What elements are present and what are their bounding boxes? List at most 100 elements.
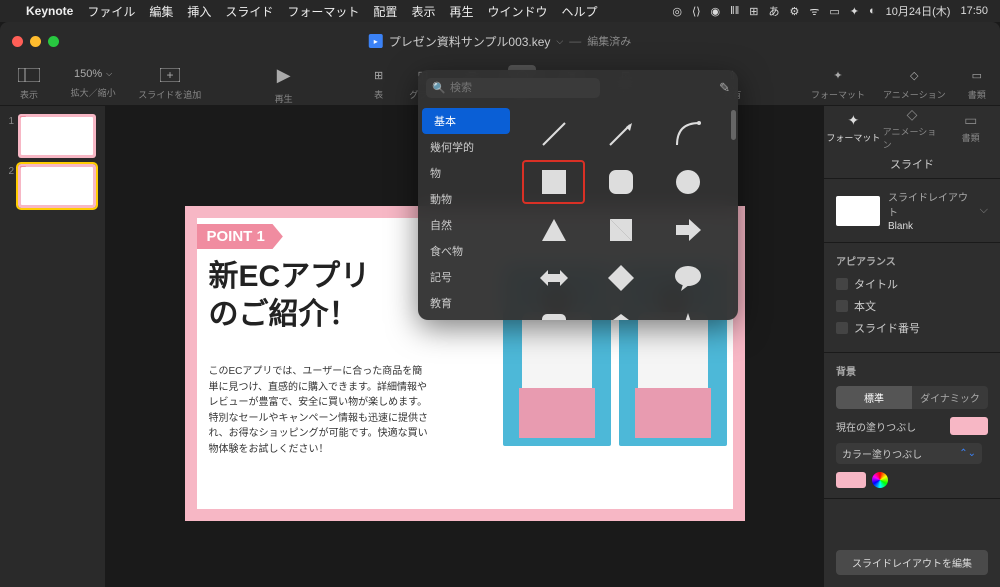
play-button[interactable]: ▶ — [269, 61, 299, 90]
svg-text:+: + — [166, 68, 173, 82]
status-icon[interactable]: ⊞ — [749, 5, 758, 18]
animate-button[interactable]: ◇ — [902, 65, 926, 86]
shape-circle[interactable] — [657, 160, 720, 204]
menu-edit[interactable]: 編集 — [149, 3, 173, 20]
document-edited: 編集済み — [587, 33, 631, 49]
menu-window[interactable]: ウインドウ — [487, 3, 547, 20]
shape-cat-animals[interactable]: 動物 — [418, 186, 514, 212]
status-icon[interactable]: ◐ — [869, 5, 876, 17]
slide-navigator: 1 2 — [0, 106, 106, 587]
shape-arrow-right[interactable] — [657, 208, 720, 252]
shape-diamond[interactable] — [589, 256, 652, 300]
status-area: ◎ ⟨⟩ ◉ ‖‖ ⊞ あ ⚙ ᯤ ▭ ✦ ◐ 10月24日(木) 17:50 — [672, 3, 988, 19]
slide-badge[interactable]: POINT 1 — [197, 224, 283, 249]
layout-thumbnail — [836, 196, 880, 226]
shapes-search-input[interactable] — [426, 78, 600, 98]
battery-icon[interactable]: ▭ — [829, 5, 839, 18]
slide-thumbnail[interactable]: 2 — [4, 164, 101, 208]
shape-curve[interactable] — [657, 112, 720, 156]
menu-file[interactable]: ファイル — [87, 3, 135, 20]
status-icon[interactable]: ◎ — [672, 5, 682, 18]
checkbox-body[interactable]: 本文 — [836, 298, 988, 314]
background-label: 背景 — [836, 363, 988, 378]
status-icon[interactable]: ⚙ — [789, 5, 799, 18]
layout-selector[interactable]: スライドレイアウト Blank ⌵ — [836, 189, 988, 232]
shape-speech-bubble[interactable] — [657, 256, 720, 300]
view-label: 表示 — [20, 88, 38, 101]
shape-cat-food[interactable]: 食べ物 — [418, 238, 514, 264]
appearance-label: アピアランス — [836, 253, 988, 268]
status-icon[interactable]: ◉ — [711, 5, 721, 18]
shape-cat-geometric[interactable]: 幾何学的 — [418, 134, 514, 160]
menu-view[interactable]: 表示 — [411, 3, 435, 20]
shape-triangle[interactable] — [522, 208, 585, 252]
slide-body-text[interactable]: このECアプリでは、ユーザーに合った商品を簡単に見つけ、直感的に購入できます。詳… — [209, 364, 429, 457]
tab-document[interactable]: ▭書類 — [941, 106, 1000, 150]
shape-cat-objects[interactable]: 物 — [418, 160, 514, 186]
fullscreen-button[interactable] — [48, 36, 59, 47]
shape-pentagon[interactable] — [589, 304, 652, 320]
document-icon: ▸ — [369, 34, 383, 48]
status-icon[interactable]: ✦ — [850, 5, 859, 18]
app-name[interactable]: Keynote — [26, 4, 73, 18]
menu-play[interactable]: 再生 — [449, 3, 473, 20]
status-icon[interactable]: ‖‖ — [730, 5, 739, 17]
shape-cat-art[interactable]: アート — [418, 316, 514, 320]
shape-cat-basic[interactable]: 基本 — [422, 108, 510, 134]
format-button[interactable]: ✦ — [825, 65, 850, 86]
tab-format[interactable]: ✦フォーマット — [824, 106, 883, 150]
shape-line[interactable] — [522, 112, 585, 156]
shape-cat-nature[interactable]: 自然 — [418, 212, 514, 238]
shape-cat-education[interactable]: 教育 — [418, 290, 514, 316]
view-button[interactable] — [10, 64, 48, 86]
status-date[interactable]: 10月24日(木) — [886, 3, 951, 19]
tab-animate[interactable]: ◇アニメーション — [883, 106, 942, 150]
play-label: 再生 — [275, 92, 293, 105]
menu-insert[interactable]: 挿入 — [187, 3, 211, 20]
shape-star[interactable] — [657, 304, 720, 320]
zoom-label: 拡大／縮小 — [71, 86, 116, 99]
seg-standard[interactable]: 標準 — [836, 386, 912, 409]
shape-double-arrow[interactable] — [522, 256, 585, 300]
status-icon[interactable]: あ — [768, 3, 779, 19]
add-slide-button[interactable]: + — [152, 64, 188, 86]
shape-cat-symbols[interactable]: 記号 — [418, 264, 514, 290]
edit-layout-button[interactable]: スライドレイアウトを編集 — [836, 550, 988, 575]
minimize-button[interactable] — [30, 36, 41, 47]
search-icon: 🔍 — [432, 82, 446, 95]
menu-format[interactable]: フォーマット — [287, 3, 359, 20]
document-button[interactable]: ▭ — [964, 65, 990, 86]
document-dropdown-icon[interactable]: ⌵ — [556, 36, 563, 47]
slide-thumbnail[interactable]: 1 — [4, 114, 101, 158]
color-wheel-button[interactable] — [872, 472, 888, 488]
document-title[interactable]: プレゼン資料サンプル003.key — [389, 33, 551, 50]
shape-square[interactable] — [522, 160, 585, 204]
fill-type-dropdown[interactable]: カラー塗りつぶし⌃⌄ — [836, 443, 982, 464]
zoom-dropdown[interactable]: 150%⌵ — [66, 64, 120, 84]
draw-shape-button[interactable]: ✎ — [719, 80, 730, 96]
shape-arrow-line[interactable] — [589, 112, 652, 156]
checkbox-slidenum[interactable]: スライド番号 — [836, 320, 988, 336]
shape-right-triangle[interactable] — [589, 208, 652, 252]
slide-title[interactable]: 新ECアプリ のご紹介！ — [209, 258, 371, 333]
close-button[interactable] — [12, 36, 23, 47]
checkbox-title[interactable]: タイトル — [836, 276, 988, 292]
macos-menubar: Keynote ファイル 編集 挿入 スライド フォーマット 配置 表示 再生 … — [0, 0, 1000, 22]
menu-slide[interactable]: スライド — [225, 3, 273, 20]
fill-swatch[interactable] — [950, 417, 988, 435]
table-button[interactable]: ⊞ — [366, 65, 391, 86]
shape-rounded-square[interactable] — [589, 160, 652, 204]
inspector-title: スライド — [824, 150, 1000, 179]
color-swatch[interactable] — [836, 472, 866, 488]
menu-help[interactable]: ヘルプ — [561, 3, 597, 20]
wifi-icon[interactable]: ᯤ — [809, 4, 819, 19]
shape-rounded-rect[interactable] — [522, 304, 585, 320]
inspector: ✦フォーマット ◇アニメーション ▭書類 スライド スライドレイアウト Blan… — [823, 106, 1000, 587]
shapes-popover: 🔍 ✎ 基本 幾何学的 物 動物 自然 食べ物 記号 教育 アート 科学 人々 … — [418, 70, 738, 320]
menu-arrange[interactable]: 配置 — [373, 3, 397, 20]
shapes-scrollbar[interactable] — [728, 106, 738, 320]
add-slide-label: スライドを追加 — [138, 88, 201, 101]
seg-dynamic[interactable]: ダイナミック — [912, 386, 988, 409]
status-time[interactable]: 17:50 — [960, 5, 988, 17]
status-icon[interactable]: ⟨⟩ — [692, 5, 701, 18]
